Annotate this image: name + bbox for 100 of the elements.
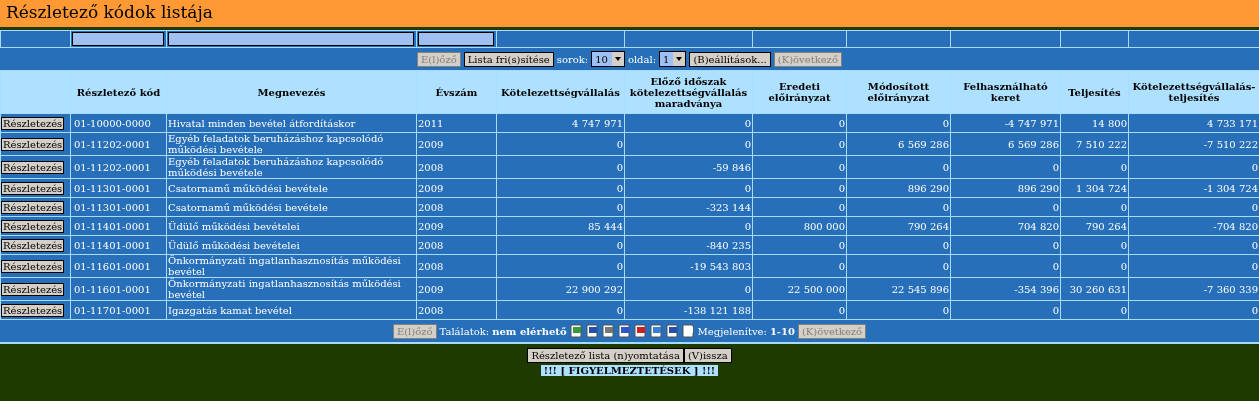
table-cell: 0 (846, 235, 951, 255)
column-header: Eredeti előirányzat (752, 70, 847, 114)
table-cell: 790 264 (846, 216, 951, 236)
warnings-link[interactable]: !!! [ FIGYELMEZTETÉSEK ] !!! (540, 365, 719, 376)
table-cell: 2011 (416, 113, 497, 133)
table-cell: Önkormányzati ingatlanhasznosítás működési bevétel (166, 277, 417, 301)
action-button[interactable]: Részletező lista (n)yomtatása (527, 348, 684, 363)
detail-button[interactable]: Részletezés (1, 200, 65, 214)
table-cell: 6 569 286 (846, 132, 951, 156)
table-cell: Hivatal minden bevétel átfordításkor (166, 113, 417, 133)
detail-button[interactable]: Részletezés (1, 137, 65, 151)
table-cell: 0 (1060, 197, 1129, 217)
word-document-icon[interactable] (585, 324, 599, 338)
browser-document-icon[interactable] (649, 324, 663, 338)
column-header: Megnevezés (166, 70, 417, 114)
table-cell: 0 (950, 254, 1061, 278)
column-header: Részletező kód (70, 70, 167, 114)
results-value: nem elérhető (492, 325, 567, 337)
table-cell: 7 510 222 (1060, 132, 1129, 156)
page-title: Részletező kódok listája (0, 0, 1259, 30)
table-cell: 0 (624, 216, 753, 236)
table-cell: 2008 (416, 300, 497, 320)
table-cell: 0 (1060, 300, 1129, 320)
table-cell: 0 (846, 155, 951, 179)
text-document-icon[interactable] (601, 324, 615, 338)
detail-button[interactable]: Részletezés (1, 238, 65, 252)
table-cell: 0 (752, 300, 847, 320)
action-button[interactable]: (V)issza (683, 348, 732, 363)
detail-button[interactable]: Részletezés (1, 160, 65, 174)
table-cell: 0 (752, 113, 847, 133)
table-cell: 01-11202-0001 (70, 132, 167, 156)
table-cell: 2009 (416, 216, 497, 236)
page-label: oldal: (627, 53, 657, 65)
filter-field[interactable] (72, 32, 164, 46)
table-cell: 0 (1060, 254, 1129, 278)
table-cell: -4 747 971 (950, 113, 1061, 133)
table-cell: 01-11401-0001 (70, 216, 167, 236)
table-cell: Csatornamű működési bevétele (166, 178, 417, 198)
table-cell: 704 820 (950, 216, 1061, 236)
table-cell: 2008 (416, 235, 497, 255)
table-cell: Önkormányzati ingatlanhasznosítás működési bevétel (166, 254, 417, 278)
table-cell: 0 (624, 113, 753, 133)
table-cell: -138 121 188 (624, 300, 753, 320)
blank-page-icon[interactable] (681, 324, 695, 338)
table-cell: 896 290 (950, 178, 1061, 198)
table-cell: 14 800 (1060, 113, 1129, 133)
table-cell: 790 264 (1060, 216, 1129, 236)
table-cell: 01-11301-0001 (70, 197, 167, 217)
table-cell: Egyéb feladatok beruházáshoz kapcsolódó működési bevétele (166, 132, 417, 156)
column-header: Kötelezettségvállalás-teljesítés (1128, 70, 1259, 114)
table-cell: 0 (496, 132, 625, 156)
table-cell: 0 (496, 254, 625, 278)
table-cell: 22 545 896 (846, 277, 951, 301)
table-cell: Üdülő működési bevételei (166, 216, 417, 236)
spreadsheet-icon[interactable] (569, 324, 583, 338)
shown-label: Megjelenítve: (697, 325, 767, 337)
table-cell: 22 500 000 (752, 277, 847, 301)
table-cell: 0 (752, 178, 847, 198)
document-icon[interactable] (617, 324, 631, 338)
page-dropdown[interactable]: 1 (659, 51, 687, 67)
table-cell: 0 (950, 300, 1061, 320)
filter-field[interactable] (168, 32, 414, 46)
table-cell: 01-11301-0001 (70, 178, 167, 198)
detail-button[interactable]: Részletezés (1, 219, 65, 233)
refresh-button[interactable]: Lista fri(s)sítése (463, 51, 554, 67)
detail-button[interactable]: Részletezés (1, 181, 65, 195)
filter-field[interactable] (418, 32, 494, 46)
detail-button[interactable]: Részletezés (1, 303, 65, 317)
table-cell: -59 846 (624, 155, 753, 179)
table-cell: 1 304 724 (1060, 178, 1129, 198)
table-cell: 2009 (416, 132, 497, 156)
table-cell: 4 747 971 (496, 113, 625, 133)
table-cell: 800 000 (752, 216, 847, 236)
table-cell: 896 290 (846, 178, 951, 198)
table-cell: 0 (752, 235, 847, 255)
table-cell: 0 (496, 300, 625, 320)
column-header: Előző időszak kötelezettségvállalás maradványa (624, 70, 753, 114)
table-cell: 0 (624, 277, 753, 301)
window-icon[interactable] (665, 324, 679, 338)
table-cell: 0 (846, 300, 951, 320)
table-cell: Üdülő működési bevételei (166, 235, 417, 255)
rows-label: sorok: (556, 53, 589, 65)
table-cell: 0 (1060, 235, 1129, 255)
rows-dropdown[interactable]: 10 (591, 51, 625, 67)
detail-button[interactable]: Részletezés (1, 116, 65, 130)
table-cell: 01-11401-0001 (70, 235, 167, 255)
settings-button[interactable]: (B)eállítások... (689, 51, 771, 67)
table-cell: Csatornamű működési bevétele (166, 197, 417, 217)
pdf-icon[interactable] (633, 324, 647, 338)
detail-button[interactable]: Részletezés (1, 282, 65, 296)
detail-button[interactable]: Részletezés (1, 259, 65, 273)
table-cell: Igazgatás kamat bevétel (166, 300, 417, 320)
table-cell: 0 (624, 178, 753, 198)
table-cell: -840 235 (624, 235, 753, 255)
column-header: Teljesítés (1060, 70, 1129, 114)
column-header: Felhasználható keret (950, 70, 1061, 114)
column-header: Kötelezettségvállalás (496, 70, 625, 114)
table-cell: 0 (496, 178, 625, 198)
table-cell: 0 (752, 254, 847, 278)
table-cell: 2008 (416, 155, 497, 179)
